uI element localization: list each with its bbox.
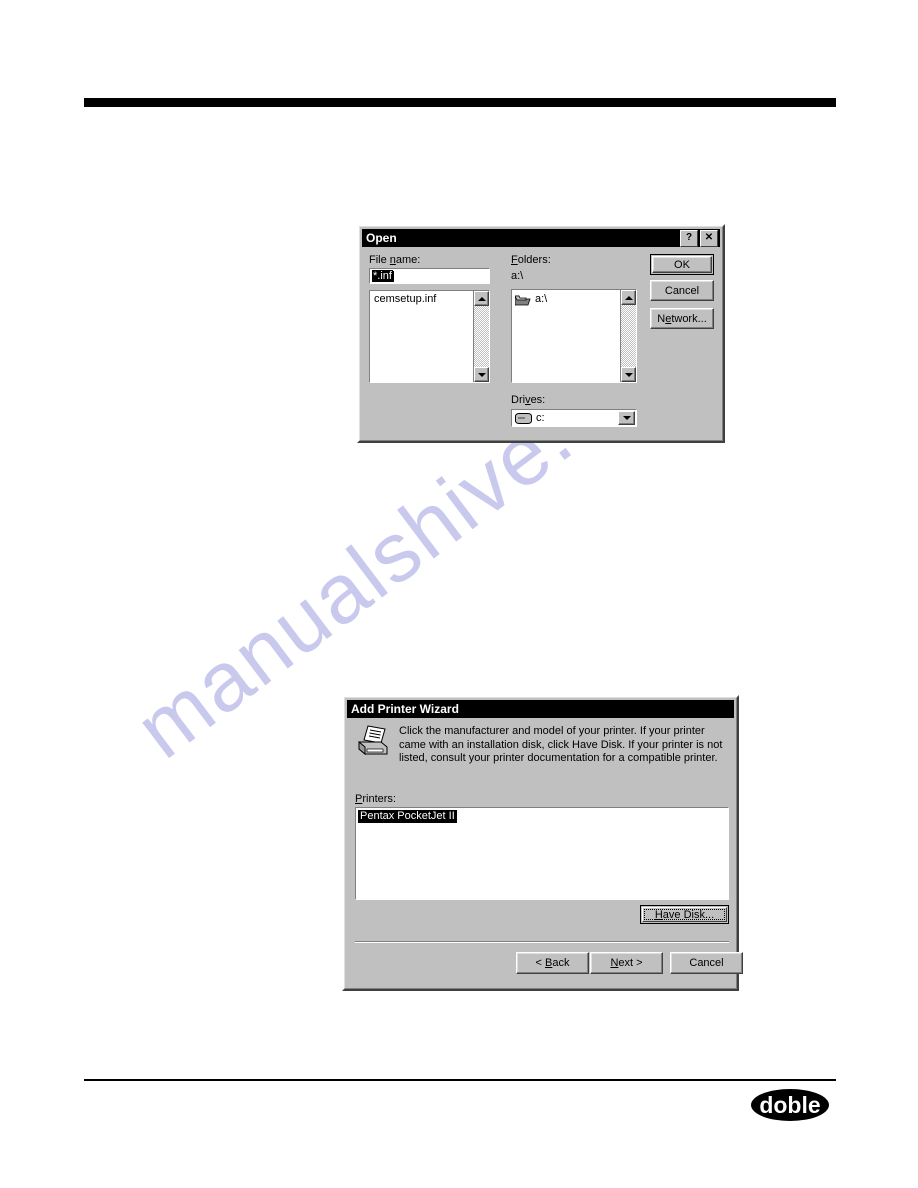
cancel-button-label: Cancel <box>664 284 700 297</box>
list-item-selected[interactable]: Pentax PocketJet II <box>358 810 457 823</box>
text-caret <box>392 270 394 282</box>
folders-label: Folders: <box>511 254 551 266</box>
scroll-down-icon[interactable] <box>621 367 636 382</box>
scroll-up-icon[interactable] <box>621 290 636 305</box>
file-name-value: *.inf <box>372 270 393 282</box>
page-watermark: manualshive.com <box>0 0 918 1188</box>
next-button-label: Next > <box>610 957 643 969</box>
network-button[interactable]: Network... <box>650 308 714 329</box>
file-list[interactable]: cemsetup.inf <box>369 290 490 383</box>
open-folder-icon <box>514 294 531 306</box>
open-dialog: Open ? ✕ File name: *.inf cemsetup.inf F… <box>357 224 725 443</box>
folder-item-label[interactable]: a:\ <box>535 293 547 306</box>
file-name-input[interactable]: *.inf <box>369 268 490 284</box>
open-dialog-title: Open <box>366 231 397 245</box>
file-name-label: File name: <box>369 254 421 266</box>
drives-select[interactable]: c: <box>511 409 637 427</box>
chevron-down-icon[interactable] <box>618 411 635 425</box>
doble-logo-svg: doble <box>751 1089 829 1121</box>
folder-list[interactable]: a:\ <box>511 289 637 383</box>
wizard-titlebar: Add Printer Wizard <box>347 700 734 718</box>
drives-value: c: <box>536 412 545 424</box>
close-icon[interactable]: ✕ <box>700 229 718 247</box>
wizard-instruction-text: Click the manufacturer and model of your… <box>399 725 723 764</box>
footer-rule <box>84 1079 836 1081</box>
header-rule <box>84 98 836 107</box>
folder-list-scrollbar[interactable] <box>620 290 636 382</box>
next-button[interactable]: Next > <box>590 952 663 974</box>
back-button[interactable]: < Back <box>516 952 589 974</box>
scroll-down-icon[interactable] <box>474 367 489 382</box>
have-disk-button[interactable]: Have Disk... <box>640 905 729 924</box>
file-list-scrollbar[interactable] <box>473 291 489 382</box>
ok-button-label: OK <box>674 258 690 271</box>
network-button-label: Network... <box>657 312 707 325</box>
wizard-title: Add Printer Wizard <box>351 702 459 716</box>
have-disk-label: Have Disk... <box>654 908 715 921</box>
add-printer-wizard-dialog: Add Printer Wizard Click the manufacture… <box>342 695 743 991</box>
cancel-button[interactable]: Cancel <box>650 280 714 301</box>
printer-icon <box>355 724 393 758</box>
wizard-separator <box>355 941 729 943</box>
help-button[interactable]: ? <box>680 229 698 247</box>
drive-icon <box>515 412 532 424</box>
doble-logo: doble <box>750 1088 830 1122</box>
scroll-up-icon[interactable] <box>474 291 489 306</box>
wizard-cancel-button[interactable]: Cancel <box>670 952 743 974</box>
open-dialog-titlebar: Open ? ✕ <box>362 229 720 247</box>
wizard-cancel-label: Cancel <box>689 957 724 969</box>
printers-label: Printers: <box>355 793 396 805</box>
back-button-label: < Back <box>535 957 570 969</box>
ok-button[interactable]: OK <box>650 254 714 275</box>
list-item[interactable]: cemsetup.inf <box>372 293 471 306</box>
drives-label: Drives: <box>511 394 546 406</box>
printers-list[interactable]: Pentax PocketJet II <box>355 807 729 900</box>
current-path: a:\ <box>511 270 524 282</box>
